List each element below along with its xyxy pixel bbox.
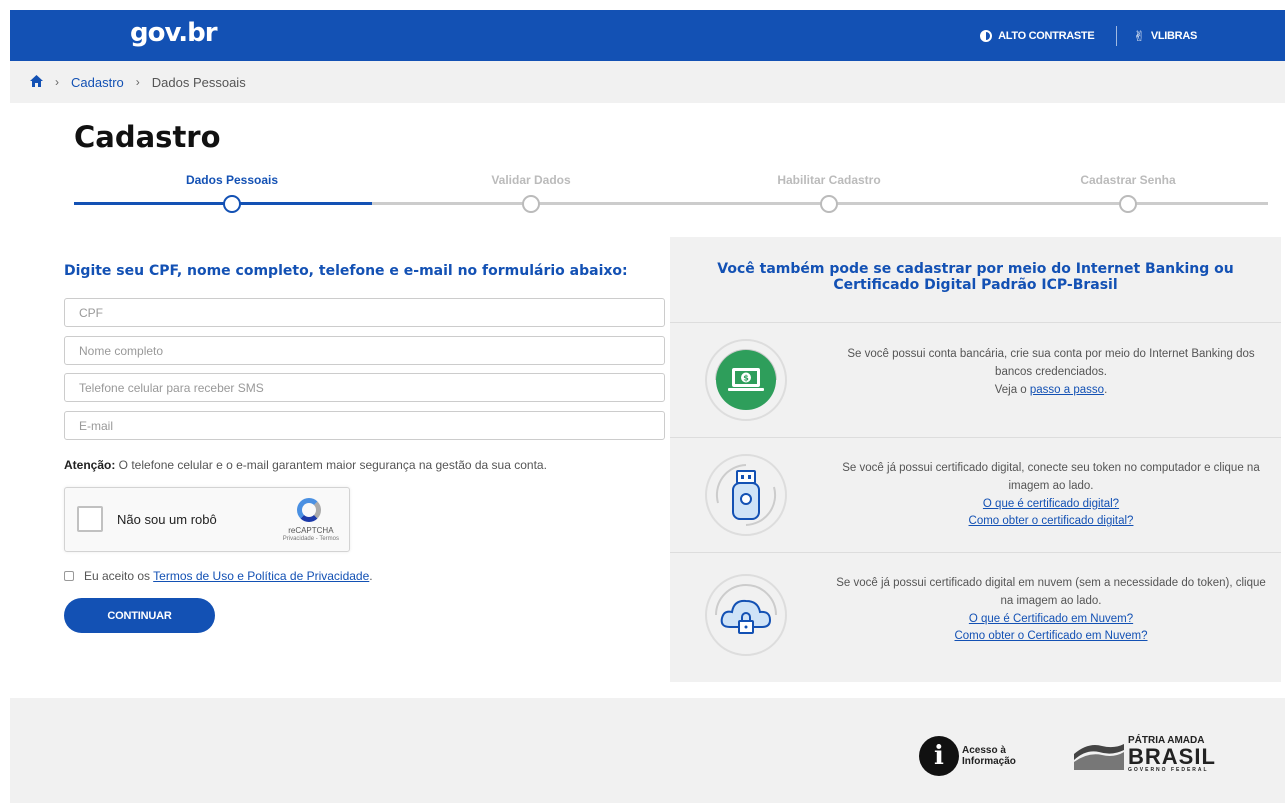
- recaptcha-icon: [297, 498, 321, 522]
- cloud-certificate-text: Se você já possui certificado digital em…: [835, 575, 1267, 646]
- acesso-line-2: Informação: [962, 756, 1016, 767]
- step-indicator: [223, 195, 241, 213]
- heading-line-1: Você também pode se cadastrar por meio d…: [717, 261, 1234, 277]
- sign-language-icon: ✌: [1133, 27, 1145, 44]
- svg-text:$: $: [743, 374, 749, 383]
- step-cadastrar-senha: Cadastrar Senha: [1028, 173, 1228, 213]
- step-by-step-line: Veja o passo a passo.: [995, 384, 1108, 396]
- recaptcha-widget: Não sou um robô reCAPTCHA Privacidade - …: [64, 487, 350, 552]
- vlibras-label: VLIBRAS: [1150, 29, 1197, 42]
- contrast-icon: [980, 29, 993, 42]
- step-label: Habilitar Cadastro: [777, 173, 881, 187]
- digital-certificate-text: Se você já possui certificado digital, c…: [835, 460, 1267, 531]
- header-divider: [1116, 25, 1118, 46]
- high-contrast-button[interactable]: ALTO CONTRASTE: [980, 29, 1095, 42]
- recaptcha-brand: reCAPTCHA Privacidade - Termos: [283, 526, 339, 543]
- page-title: Cadastro: [74, 120, 221, 154]
- alternative-signup-heading: Você também pode se cadastrar por meio d…: [670, 261, 1281, 293]
- step-dados-pessoais: Dados Pessoais: [132, 173, 332, 213]
- step-habilitar-cadastro: Habilitar Cadastro: [729, 173, 929, 213]
- step-indicator: [820, 195, 838, 213]
- get-certificate-link[interactable]: Como obter o certificado digital?: [969, 515, 1134, 527]
- breadcrumb: › Cadastro › Dados Pessoais: [10, 61, 1285, 103]
- internet-banking-option: $ Se você possui conta bancária, crie su…: [670, 322, 1281, 437]
- top-bar: gov.br ALTO CONTRASTE ✌ VLIBRAS: [10, 10, 1285, 61]
- recaptcha-privacy-links[interactable]: Privacidade - Termos: [283, 536, 339, 543]
- home-icon[interactable]: [30, 74, 43, 90]
- governo-federal-logo[interactable]: PÁTRIA AMADA BRASIL GOVERNO FEDERAL: [1074, 736, 1216, 773]
- see-prefix: Veja o: [994, 383, 1030, 396]
- what-is-certificate-link[interactable]: O que é certificado digital?: [983, 498, 1119, 510]
- acesso-line-1: Acesso à: [962, 745, 1006, 756]
- email-input[interactable]: [64, 411, 665, 440]
- form-heading: Digite seu CPF, nome completo, telefone …: [64, 263, 628, 279]
- terms-text: Eu aceito os Termos de Uso e Política de…: [84, 569, 373, 583]
- attention-note: Atenção: O telefone celular e o e-mail g…: [64, 458, 547, 472]
- govbr-logo[interactable]: gov.br: [130, 18, 218, 48]
- header-actions: ALTO CONTRASTE ✌ VLIBRAS: [980, 10, 1197, 61]
- step-by-step-link[interactable]: passo a passo: [1030, 384, 1104, 396]
- terms-link[interactable]: Termos de Uso e Política de Privacidade: [153, 569, 369, 583]
- internet-banking-icon[interactable]: $: [704, 338, 788, 422]
- high-contrast-label: ALTO CONTRASTE: [998, 29, 1095, 42]
- step-label: Cadastrar Senha: [1080, 173, 1176, 187]
- full-name-input[interactable]: [64, 336, 665, 365]
- terms-prefix: Eu aceito os: [84, 569, 154, 583]
- governo-federal-label: GOVERNO FEDERAL: [1128, 767, 1209, 773]
- terms-checkbox[interactable]: [64, 571, 74, 581]
- cpf-input[interactable]: [64, 298, 665, 327]
- governo-federal-text: PÁTRIA AMADA BRASIL GOVERNO FEDERAL: [1128, 736, 1216, 773]
- phone-input[interactable]: [64, 373, 665, 402]
- brazil-flag-icon: [1074, 743, 1124, 770]
- step-label: Validar Dados: [491, 173, 571, 187]
- vlibras-button[interactable]: ✌ VLIBRAS: [1133, 29, 1197, 43]
- info-icon: i: [919, 736, 959, 776]
- terms-acceptance: Eu aceito os Termos de Uso e Política de…: [64, 569, 373, 583]
- recaptcha-brand-name: reCAPTCHA: [288, 526, 334, 535]
- progress-stepper: Dados Pessoais Validar Dados Habilitar C…: [74, 173, 1268, 213]
- internet-banking-text: Se você possui conta bancária, crie sua …: [835, 346, 1267, 399]
- what-is-cloud-certificate-link[interactable]: O que é Certificado em Nuvem?: [969, 613, 1133, 625]
- heading-line-2: Certificado Digital Padrão ICP-Brasil: [833, 277, 1118, 294]
- chevron-right-icon: ›: [55, 75, 59, 89]
- breadcrumb-cadastro-link[interactable]: Cadastro: [71, 75, 124, 90]
- step-indicator: [522, 195, 540, 213]
- see-suffix: .: [1104, 383, 1108, 396]
- access-to-information-logo[interactable]: i Acesso à Informação: [919, 736, 1016, 776]
- digital-certificate-description: Se você já possui certificado digital, c…: [842, 462, 1260, 492]
- usb-token-icon[interactable]: [704, 453, 788, 537]
- recaptcha-label: Não sou um robô: [117, 512, 217, 527]
- cloud-certificate-description: Se você já possui certificado digital em…: [836, 577, 1266, 607]
- step-validar-dados: Validar Dados: [431, 173, 631, 213]
- digital-certificate-option: Se você já possui certificado digital, c…: [670, 437, 1281, 552]
- brasil-text: BRASIL: [1128, 744, 1216, 769]
- internet-banking-description: Se você possui conta bancária, crie sua …: [847, 348, 1255, 378]
- cloud-certificate-option: Se você já possui certificado digital em…: [670, 552, 1281, 682]
- access-to-information-text: Acesso à Informação: [962, 745, 1016, 767]
- breadcrumb-current: Dados Pessoais: [151, 74, 246, 90]
- alternative-signup-panel: Você também pode se cadastrar por meio d…: [670, 237, 1281, 682]
- footer: i Acesso à Informação PÁTRIA AMADA BRASI…: [10, 698, 1285, 803]
- chevron-right-icon: ›: [135, 75, 140, 89]
- step-indicator: [1119, 195, 1137, 213]
- continue-button[interactable]: CONTINUAR: [64, 598, 215, 633]
- step-label: Dados Pessoais: [185, 173, 279, 187]
- attention-text: O telefone celular e o e-mail garantem m…: [115, 458, 547, 472]
- attention-label: Atenção:: [64, 458, 116, 472]
- cloud-certificate-icon[interactable]: [704, 573, 788, 657]
- get-cloud-certificate-link[interactable]: Como obter o Certificado em Nuvem?: [954, 630, 1147, 642]
- terms-suffix: .: [369, 569, 373, 583]
- recaptcha-checkbox[interactable]: [77, 506, 103, 532]
